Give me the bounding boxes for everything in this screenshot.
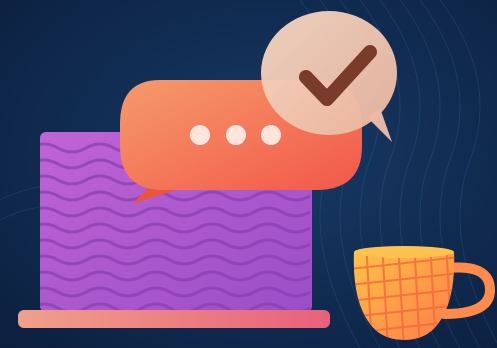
laptop-base <box>18 310 330 328</box>
typing-dot <box>190 125 210 145</box>
typing-dot <box>261 125 281 145</box>
typing-dot <box>226 125 246 145</box>
cup-rim <box>354 246 454 258</box>
illustration <box>0 0 497 348</box>
illustration-canvas <box>0 0 497 348</box>
check-bubble-body <box>261 11 397 135</box>
